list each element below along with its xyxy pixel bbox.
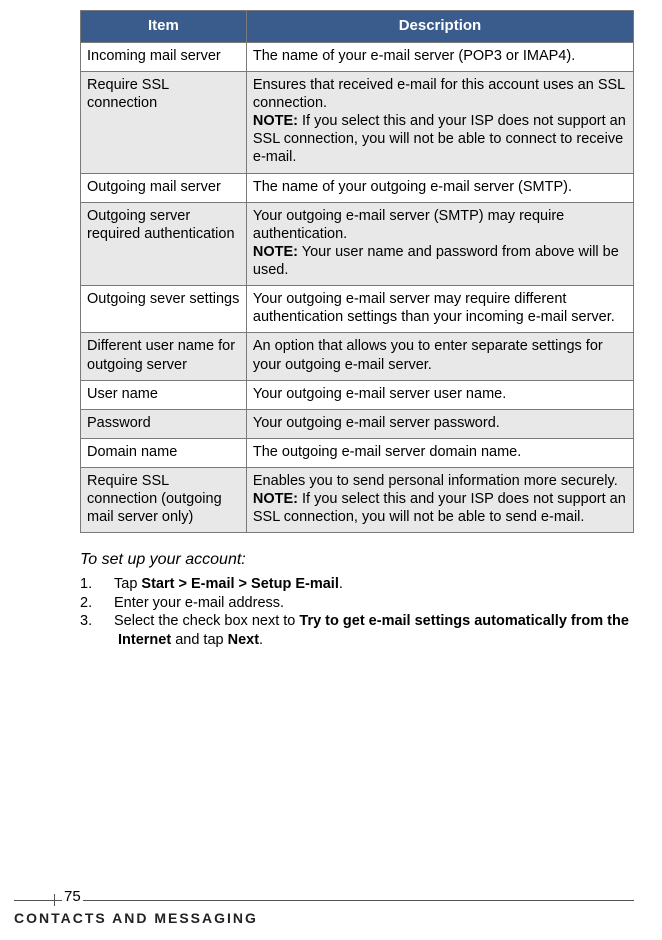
table-row: Require SSL connection (outgoing mail se… <box>81 468 634 533</box>
table-row: Domain name The outgoing e-mail server d… <box>81 438 634 467</box>
list-item: Enter your e-mail address. <box>80 594 634 613</box>
table-header-item: Item <box>81 11 247 43</box>
cell-desc: The name of your outgoing e-mail server … <box>246 173 633 202</box>
table-row: User name Your outgoing e-mail server us… <box>81 380 634 409</box>
table-header-description: Description <box>246 11 633 43</box>
list-item: Select the check box next to Try to get … <box>80 612 634 649</box>
cell-desc: The outgoing e-mail server domain name. <box>246 438 633 467</box>
cell-desc: Your outgoing e-mail server may require … <box>246 286 633 333</box>
footer-tick <box>54 894 55 906</box>
table-row: Outgoing mail server The name of your ou… <box>81 173 634 202</box>
cell-item: Different user name for outgoing server <box>81 333 247 380</box>
cell-desc: The name of your e-mail server (POP3 or … <box>246 42 633 71</box>
cell-item: Outgoing mail server <box>81 173 247 202</box>
cell-item: Outgoing server required authentication <box>81 202 247 286</box>
note-label: NOTE: <box>253 491 298 507</box>
page-number: 75 <box>62 888 83 905</box>
cell-desc: Your outgoing e-mail server user name. <box>246 380 633 409</box>
list-item: Tap Start > E-mail > Setup E-mail. <box>80 575 634 594</box>
table-row: Outgoing sever settings Your outgoing e-… <box>81 286 634 333</box>
cell-item: Require SSL connection (outgoing mail se… <box>81 468 247 533</box>
cell-item: Incoming mail server <box>81 42 247 71</box>
cell-item: User name <box>81 380 247 409</box>
table-row: Incoming mail server The name of your e-… <box>81 42 634 71</box>
cell-desc: Ensures that received e-mail for this ac… <box>246 71 633 173</box>
note-label: NOTE: <box>253 244 298 260</box>
footer-rule <box>14 900 634 901</box>
cell-item: Password <box>81 409 247 438</box>
section-heading: To set up your account: <box>80 551 634 569</box>
cell-desc: An option that allows you to enter separ… <box>246 333 633 380</box>
note-label: NOTE: <box>253 113 298 129</box>
table-row: Require SSL connection Ensures that rece… <box>81 71 634 173</box>
cell-item: Domain name <box>81 438 247 467</box>
footer-section-title: Contacts and Messaging <box>14 910 662 926</box>
settings-table: Item Description Incoming mail server Th… <box>80 10 634 533</box>
cell-item: Outgoing sever settings <box>81 286 247 333</box>
cell-item: Require SSL connection <box>81 71 247 173</box>
page-footer: 75 Contacts and Messaging <box>0 894 662 926</box>
table-row: Outgoing server required authentication … <box>81 202 634 286</box>
steps-list: Tap Start > E-mail > Setup E-mail. Enter… <box>80 575 634 649</box>
cell-desc: Your outgoing e-mail server (SMTP) may r… <box>246 202 633 286</box>
cell-desc: Enables you to send personal information… <box>246 468 633 533</box>
table-row: Password Your outgoing e-mail server pas… <box>81 409 634 438</box>
table-row: Different user name for outgoing server … <box>81 333 634 380</box>
cell-desc: Your outgoing e-mail server password. <box>246 409 633 438</box>
